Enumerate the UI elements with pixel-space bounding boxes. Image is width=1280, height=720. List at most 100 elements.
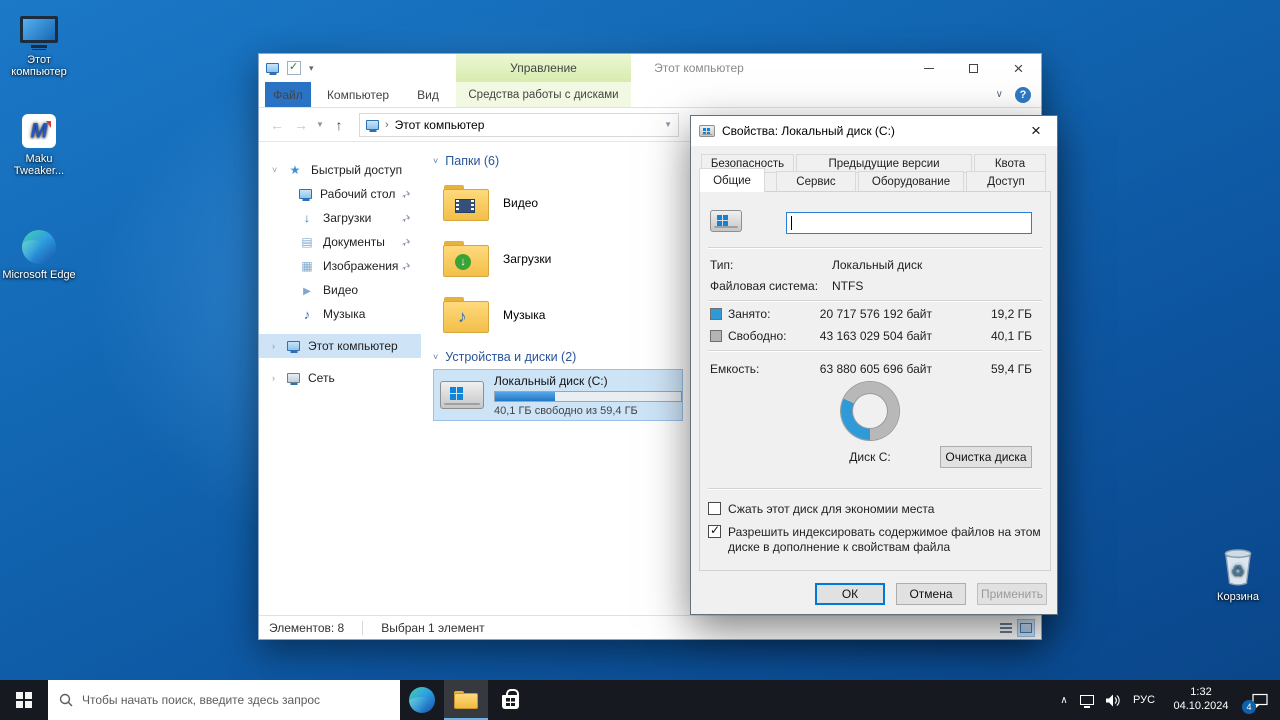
hidden-icons-chevron[interactable]: ∧: [1054, 680, 1074, 720]
quick-access-star-icon: [287, 163, 303, 177]
apply-button[interactable]: Применить: [977, 583, 1047, 605]
tab-tools[interactable]: Сервис: [776, 171, 856, 192]
collapse-group-icon[interactable]: ˅: [433, 352, 438, 362]
help-icon[interactable]: ?: [1015, 87, 1031, 103]
address-dropdown-icon[interactable]: ▼: [664, 120, 672, 129]
hard-drive-icon: [440, 381, 484, 409]
sidebar-item-label: Загрузки: [323, 211, 371, 225]
thumbnails-view-button[interactable]: [1017, 619, 1035, 637]
tab-sharing[interactable]: Доступ: [966, 171, 1046, 192]
documents-icon: [299, 235, 315, 249]
volume-label-input[interactable]: [786, 212, 1032, 234]
properties-icon[interactable]: [287, 61, 301, 75]
customize-toolbar-icon[interactable]: ▾: [309, 63, 314, 74]
free-label: Свободно:: [728, 329, 787, 343]
desktop-icon-this-pc[interactable]: Этот компьютер: [1, 16, 77, 78]
sidebar-item-network[interactable]: › Сеть: [259, 366, 421, 390]
status-bar: Элементов: 8 Выбран 1 элемент: [259, 615, 1041, 639]
compress-checkbox[interactable]: [708, 502, 721, 515]
index-checkbox-label[interactable]: Разрешить индексировать содержимое файло…: [728, 525, 1046, 555]
tab-general[interactable]: Общие: [699, 168, 765, 192]
taskbar-explorer-button[interactable]: [444, 680, 488, 720]
sidebar-item-videos[interactable]: Видео: [259, 278, 421, 302]
tab-hardware[interactable]: Оборудование: [858, 171, 964, 192]
expander-icon[interactable]: ›: [272, 341, 275, 351]
dialog-titlebar[interactable]: Свойства: Локальный диск (C:): [691, 116, 1057, 146]
index-checkbox[interactable]: [708, 525, 721, 538]
taskbar-store-button[interactable]: [488, 680, 532, 720]
this-pc-icon: [20, 16, 58, 43]
desktop-icon-edge[interactable]: Microsoft Edge: [1, 230, 77, 281]
sidebar-item-label: Сеть: [308, 371, 335, 385]
folder-tile-music[interactable]: Музыка: [443, 291, 545, 339]
cancel-button[interactable]: Отмена: [896, 583, 966, 605]
folder-tile-downloads[interactable]: Загрузки: [443, 235, 551, 283]
sidebar-item-documents[interactable]: Документы: [259, 230, 421, 254]
expander-icon[interactable]: ›: [272, 373, 275, 383]
taskbar-edge-button[interactable]: [400, 680, 444, 720]
desktop-icon-maku-tweaker[interactable]: Maku Tweaker...: [1, 114, 77, 177]
folders-group-header[interactable]: ˅ Папки (6): [433, 154, 499, 168]
expander-icon[interactable]: ˅: [272, 165, 277, 175]
taskbar-clock[interactable]: 1:32 04.10.2024: [1162, 680, 1240, 720]
up-button[interactable]: ↑: [327, 117, 351, 133]
forward-button[interactable]: →: [289, 117, 313, 133]
breadcrumb[interactable]: Этот компьютер: [395, 118, 485, 132]
collapse-ribbon-icon[interactable]: ∨: [996, 89, 1003, 100]
explorer-titlebar[interactable]: ▾ Управление Этот компьютер: [259, 54, 1041, 82]
videos-folder-icon: [443, 185, 489, 221]
tab-computer[interactable]: Компьютер: [319, 82, 397, 107]
compress-checkbox-label[interactable]: Сжать этот диск для экономии места: [728, 502, 1043, 517]
tab-drive-tools[interactable]: Средства работы с дисками: [456, 82, 631, 107]
minimize-button[interactable]: [906, 54, 951, 82]
action-center-button[interactable]: 4: [1240, 680, 1280, 720]
text-caret: [791, 216, 792, 230]
properties-dialog: Свойства: Локальный диск (C:) Безопаснос…: [690, 115, 1058, 615]
address-bar[interactable]: › Этот компьютер ▼: [359, 113, 679, 137]
filesystem-label: Файловая система:: [710, 279, 818, 293]
drive-icon: [699, 125, 715, 137]
sidebar-item-this-pc[interactable]: › Этот компьютер: [259, 334, 421, 358]
language-indicator[interactable]: РУС: [1126, 680, 1162, 720]
sidebar-item-pictures[interactable]: Изображения: [259, 254, 421, 278]
collapse-group-icon[interactable]: ˅: [433, 156, 438, 166]
this-pc-icon: [287, 341, 300, 351]
network-tray-icon[interactable]: [1074, 680, 1100, 720]
ok-button[interactable]: ОК: [815, 583, 885, 605]
dialog-close-button[interactable]: [1015, 116, 1057, 146]
folder-name: Загрузки: [503, 252, 551, 266]
svg-text:♻: ♻: [1231, 563, 1245, 580]
drives-group-header[interactable]: ˅ Устройства и диски (2): [433, 350, 576, 364]
disk-usage-donut: [841, 382, 899, 440]
maximize-button[interactable]: [951, 54, 996, 82]
sidebar-item-downloads[interactable]: Загрузки: [259, 206, 421, 230]
recycle-bin-icon: ♻: [1221, 548, 1255, 586]
details-view-button[interactable]: [997, 619, 1015, 637]
computer-icon[interactable]: [266, 63, 279, 73]
capacity-size: 59,4 ГБ: [950, 362, 1032, 376]
sidebar-item-label: Рабочий стол: [320, 187, 395, 201]
taskbar-search[interactable]: Чтобы начать поиск, введите здесь запрос: [48, 680, 400, 720]
back-button[interactable]: ←: [265, 117, 289, 133]
disk-usage-fill: [495, 392, 555, 401]
volume-tray-icon[interactable]: [1100, 680, 1126, 720]
desktop-icon-recycle-bin[interactable]: ♻ Корзина: [1200, 548, 1276, 603]
start-button[interactable]: [0, 680, 48, 720]
close-button[interactable]: [996, 54, 1041, 82]
thumbnails-view-icon: [1020, 623, 1032, 633]
used-space-swatch: [710, 308, 722, 320]
drive-tile-local-disk-c[interactable]: Локальный диск (C:) 40,1 ГБ свободно из …: [433, 369, 683, 421]
folder-tile-videos[interactable]: Видео: [443, 179, 538, 227]
tab-file[interactable]: Файл: [265, 82, 311, 107]
sidebar-item-quick-access[interactable]: ˅ Быстрый доступ: [259, 158, 421, 182]
group-header-label: Устройства и диски (2): [445, 350, 576, 364]
taskbar: Чтобы начать поиск, введите здесь запрос…: [0, 680, 1280, 720]
used-size: 19,2 ГБ: [950, 307, 1032, 321]
sidebar-item-music[interactable]: Музыка: [259, 302, 421, 326]
sidebar-item-desktop[interactable]: Рабочий стол: [259, 182, 421, 206]
drive-usage-bar: [494, 391, 682, 402]
disk-cleanup-button[interactable]: Очистка диска: [940, 446, 1032, 468]
ribbon-tab-row: Файл Компьютер Вид Средства работы с дис…: [259, 82, 1041, 108]
recent-locations-icon[interactable]: ▼: [313, 120, 327, 129]
tab-view[interactable]: Вид: [405, 82, 451, 107]
